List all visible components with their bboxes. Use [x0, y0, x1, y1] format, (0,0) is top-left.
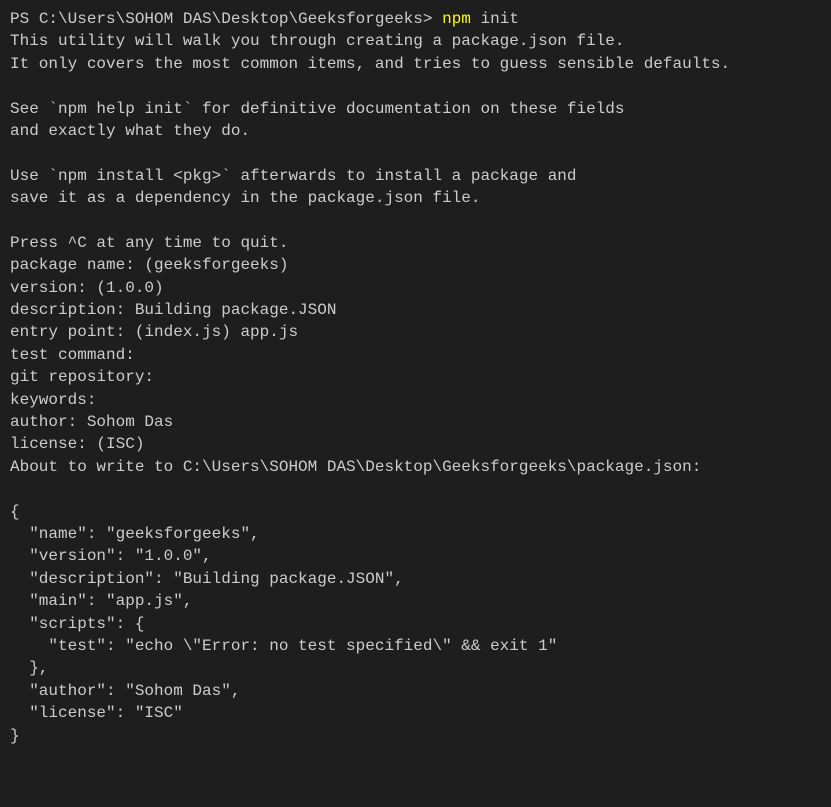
command-arg: init	[481, 10, 519, 28]
output-line-31: }	[10, 727, 20, 745]
output-line-0: This utility will walk you through creat…	[10, 32, 625, 50]
prompt-path: C:\Users\SOHOM DAS\Desktop\Geeksforgeeks	[39, 10, 423, 28]
output-line-1: It only covers the most common items, an…	[10, 55, 730, 73]
output-line-7: save it as a dependency in the package.j…	[10, 189, 480, 207]
output-line-23: "version": "1.0.0",	[10, 547, 212, 565]
output-line-10: package name: (geeksforgeeks)	[10, 256, 288, 274]
output-line-29: "author": "Sohom Das",	[10, 682, 240, 700]
output-line-3: See `npm help init` for definitive docum…	[10, 100, 625, 118]
output-line-12: description: Building package.JSON	[10, 301, 336, 319]
output-line-22: "name": "geeksforgeeks",	[10, 525, 260, 543]
output-line-27: "test": "echo \"Error: no test specified…	[10, 637, 557, 655]
output-line-4: and exactly what they do.	[10, 122, 250, 140]
output-line-11: version: (1.0.0)	[10, 279, 164, 297]
output-line-25: "main": "app.js",	[10, 592, 192, 610]
output-line-17: author: Sohom Das	[10, 413, 173, 431]
output-line-19: About to write to C:\Users\SOHOM DAS\Des…	[10, 458, 701, 476]
output-line-28: },	[10, 659, 48, 677]
prompt-suffix: >	[423, 10, 433, 28]
output-line-13: entry point: (index.js) app.js	[10, 323, 298, 341]
output-line-21: {	[10, 503, 20, 521]
output-line-14: test command:	[10, 346, 135, 364]
output-line-18: license: (ISC)	[10, 435, 144, 453]
output-line-9: Press ^C at any time to quit.	[10, 234, 288, 252]
prompt-prefix: PS	[10, 10, 39, 28]
output-line-24: "description": "Building package.JSON",	[10, 570, 404, 588]
output-line-26: "scripts": {	[10, 615, 144, 633]
command-name: npm	[442, 10, 471, 28]
output-line-15: git repository:	[10, 368, 154, 386]
output-line-16: keywords:	[10, 391, 96, 409]
output-line-6: Use `npm install <pkg>` afterwards to in…	[10, 167, 577, 185]
output-line-30: "license": "ISC"	[10, 704, 183, 722]
